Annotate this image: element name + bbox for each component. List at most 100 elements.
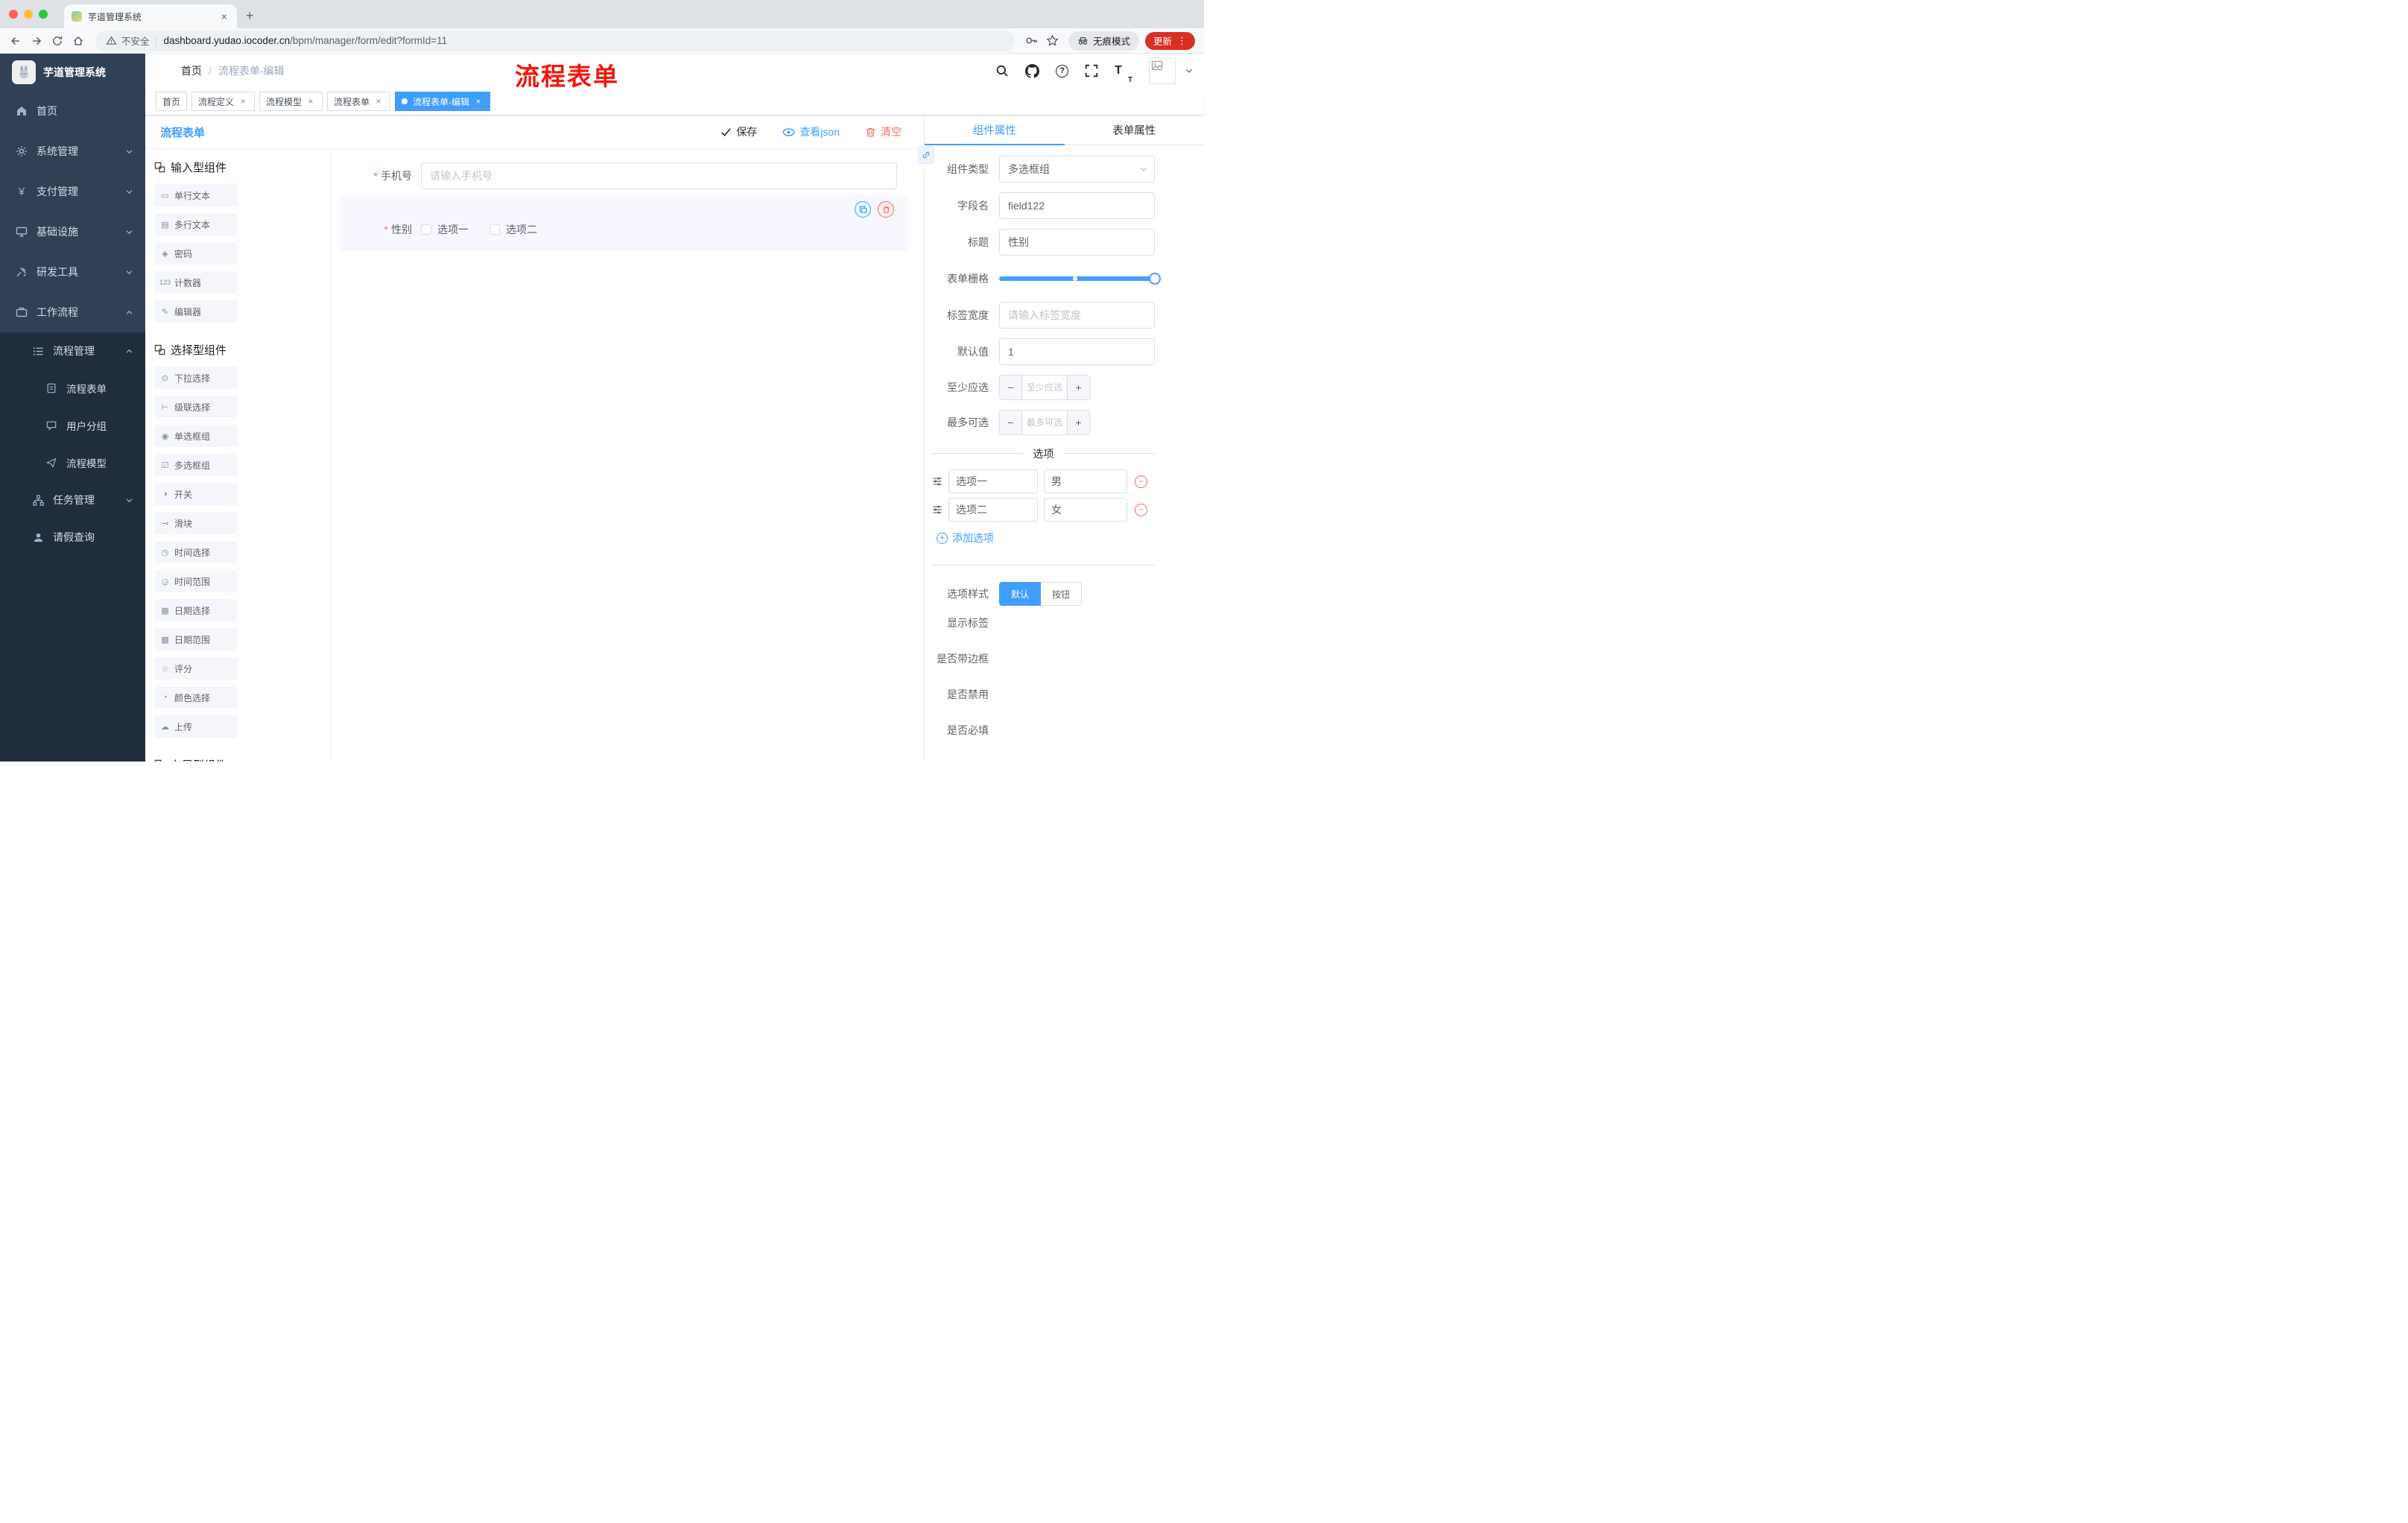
palette-item-date-range[interactable]: ▩ 日期范围	[154, 628, 238, 650]
default-value-input[interactable]	[999, 338, 1155, 365]
update-button[interactable]: 更新	[1144, 31, 1195, 50]
close-icon[interactable]	[373, 96, 384, 107]
clear-button[interactable]: 清空	[865, 124, 902, 139]
palette-item-upload[interactable]: ☁ 上传	[154, 715, 238, 738]
sidebar-item-devtools[interactable]: 研发工具	[0, 252, 145, 292]
sidebar-item-user-group[interactable]: 用户分组	[0, 407, 145, 444]
palette-item-checkbox-group[interactable]: ☑ 多选框组	[154, 454, 238, 476]
close-icon[interactable]	[238, 96, 248, 107]
sidebar-item-process-model[interactable]: 流程模型	[0, 444, 145, 481]
label-width-input[interactable]	[999, 302, 1155, 329]
palette-item-color-picker[interactable]: ◔ 颜色选择	[154, 686, 238, 709]
form-grid-slider[interactable]	[999, 265, 1161, 292]
palette-item-editor[interactable]: ✎ 编辑器	[154, 300, 238, 323]
tag-process-definition[interactable]: 流程定义	[191, 92, 256, 111]
gender-option2-checkbox[interactable]: 选项二	[489, 222, 537, 237]
gender-option1-checkbox[interactable]: 选项一	[421, 222, 469, 237]
tag-home[interactable]: 首页	[156, 92, 188, 111]
save-button[interactable]: 保存	[720, 124, 757, 139]
tag-process-form[interactable]: 流程表单	[327, 92, 391, 111]
palette-item-time-picker[interactable]: ◷ 时间选择	[154, 541, 238, 563]
drag-handle-icon[interactable]	[932, 504, 942, 515]
address-bar[interactable]: 不安全 dashboard.yudao.iocoder.cn /bpm/mana…	[95, 30, 1015, 51]
option-value-input[interactable]	[1044, 469, 1127, 493]
component-type-select[interactable]	[999, 156, 1155, 183]
phone-field-row[interactable]: 手机号	[339, 162, 909, 189]
avatar[interactable]	[1149, 57, 1176, 84]
palette-item-radio-group[interactable]: ◉ 单选框组	[154, 425, 238, 447]
close-window-button[interactable]	[9, 10, 18, 19]
close-icon[interactable]	[305, 96, 316, 107]
delete-widget-button[interactable]	[878, 201, 894, 218]
decrease-button[interactable]	[1000, 376, 1022, 399]
new-tab-button[interactable]	[246, 8, 254, 24]
palette-item-date-picker[interactable]: ▦ 日期选择	[154, 599, 238, 621]
palette-item-rate[interactable]: ☆ 评分	[154, 657, 238, 680]
forward-button[interactable]	[27, 31, 46, 51]
link-tag-button[interactable]	[918, 146, 934, 164]
view-json-button[interactable]: 查看json	[782, 124, 840, 139]
help-icon[interactable]	[1056, 64, 1069, 77]
field-name-input[interactable]	[999, 192, 1155, 219]
palette-item-counter[interactable]: 123 计数器	[154, 271, 238, 294]
palette-item-cascader[interactable]: ⊢ 级联选择	[154, 396, 238, 418]
sidebar-item-payment[interactable]: ¥ 支付管理	[0, 171, 145, 212]
style-default-button[interactable]: 默认	[999, 582, 1042, 606]
title-input[interactable]	[999, 229, 1155, 256]
search-icon[interactable]	[995, 64, 1009, 77]
phone-input[interactable]	[421, 162, 897, 189]
slider-handle[interactable]	[1149, 273, 1161, 285]
remove-option-icon[interactable]	[1135, 475, 1147, 488]
home-button[interactable]	[69, 31, 88, 51]
add-option-button[interactable]: 添加选项	[937, 531, 1155, 545]
sidebar-item-infrastructure[interactable]: 基础设施	[0, 212, 145, 252]
user-menu-caret-icon[interactable]	[1185, 66, 1194, 75]
sidebar-item-system[interactable]: 系统管理	[0, 131, 145, 171]
sidebar-item-workflow[interactable]: 工作流程	[0, 292, 145, 332]
sidebar-item-task-manage[interactable]: 任务管理	[0, 481, 145, 519]
sidebar-item-process-form[interactable]: 流程表单	[0, 370, 145, 407]
key-icon[interactable]	[1022, 31, 1042, 51]
palette-item-password[interactable]: ◈ 密码	[154, 242, 238, 265]
breadcrumb-home[interactable]: 首页	[181, 63, 202, 78]
font-size-icon[interactable]	[1115, 64, 1122, 77]
sidebar-item-home[interactable]: 首页	[0, 91, 145, 131]
tab-form-props[interactable]: 表单属性	[1065, 115, 1205, 145]
copy-widget-button[interactable]	[855, 201, 871, 218]
hamburger-icon[interactable]	[156, 64, 169, 77]
decrease-button[interactable]	[1000, 411, 1022, 434]
sidebar-item-process-manage[interactable]: 流程管理	[0, 332, 145, 370]
fullscreen-icon[interactable]	[1085, 64, 1098, 77]
min-select-input[interactable]	[1022, 376, 1067, 399]
tag-process-model[interactable]: 流程模型	[259, 92, 323, 111]
tab-component-props[interactable]: 组件属性	[925, 115, 1065, 145]
tag-process-form-edit[interactable]: 流程表单-编辑	[395, 92, 491, 111]
browser-menu-icon[interactable]	[1177, 35, 1187, 47]
zoom-window-button[interactable]	[39, 10, 48, 19]
remove-option-icon[interactable]	[1135, 503, 1147, 516]
palette-item-select[interactable]: ⊙ 下拉选择	[154, 367, 238, 389]
increase-button[interactable]	[1067, 376, 1089, 399]
palette-item-slider[interactable]: ⊸ 滑块	[154, 512, 238, 534]
style-button-button[interactable]: 按钮	[1041, 582, 1083, 606]
close-tab-icon[interactable]	[219, 10, 229, 22]
option-value-input[interactable]	[1044, 498, 1127, 522]
form-canvas[interactable]: 手机号	[332, 149, 924, 762]
browser-tab[interactable]: 芋道管理系统	[64, 4, 237, 28]
option-label-input[interactable]	[948, 469, 1038, 493]
gender-widget-selected[interactable]: 性别 选项一 选项二	[339, 195, 909, 251]
sidebar-item-leave-query[interactable]: 请假查询	[0, 519, 145, 556]
palette-item-single-text[interactable]: ▭ 单行文本	[154, 184, 238, 206]
github-icon[interactable]	[1025, 63, 1040, 78]
palette-item-switch[interactable]: ◑ 开关	[154, 483, 238, 505]
palette-item-time-range[interactable]: ◶ 时间范围	[154, 570, 238, 592]
reload-button[interactable]	[48, 31, 67, 51]
drag-handle-icon[interactable]	[932, 476, 942, 487]
back-button[interactable]	[6, 31, 25, 51]
option-label-input[interactable]	[948, 498, 1038, 522]
minimize-window-button[interactable]	[24, 10, 33, 19]
increase-button[interactable]	[1067, 411, 1089, 434]
close-icon[interactable]	[473, 96, 484, 107]
bookmark-star-icon[interactable]	[1043, 31, 1062, 51]
max-select-input[interactable]	[1022, 411, 1067, 434]
